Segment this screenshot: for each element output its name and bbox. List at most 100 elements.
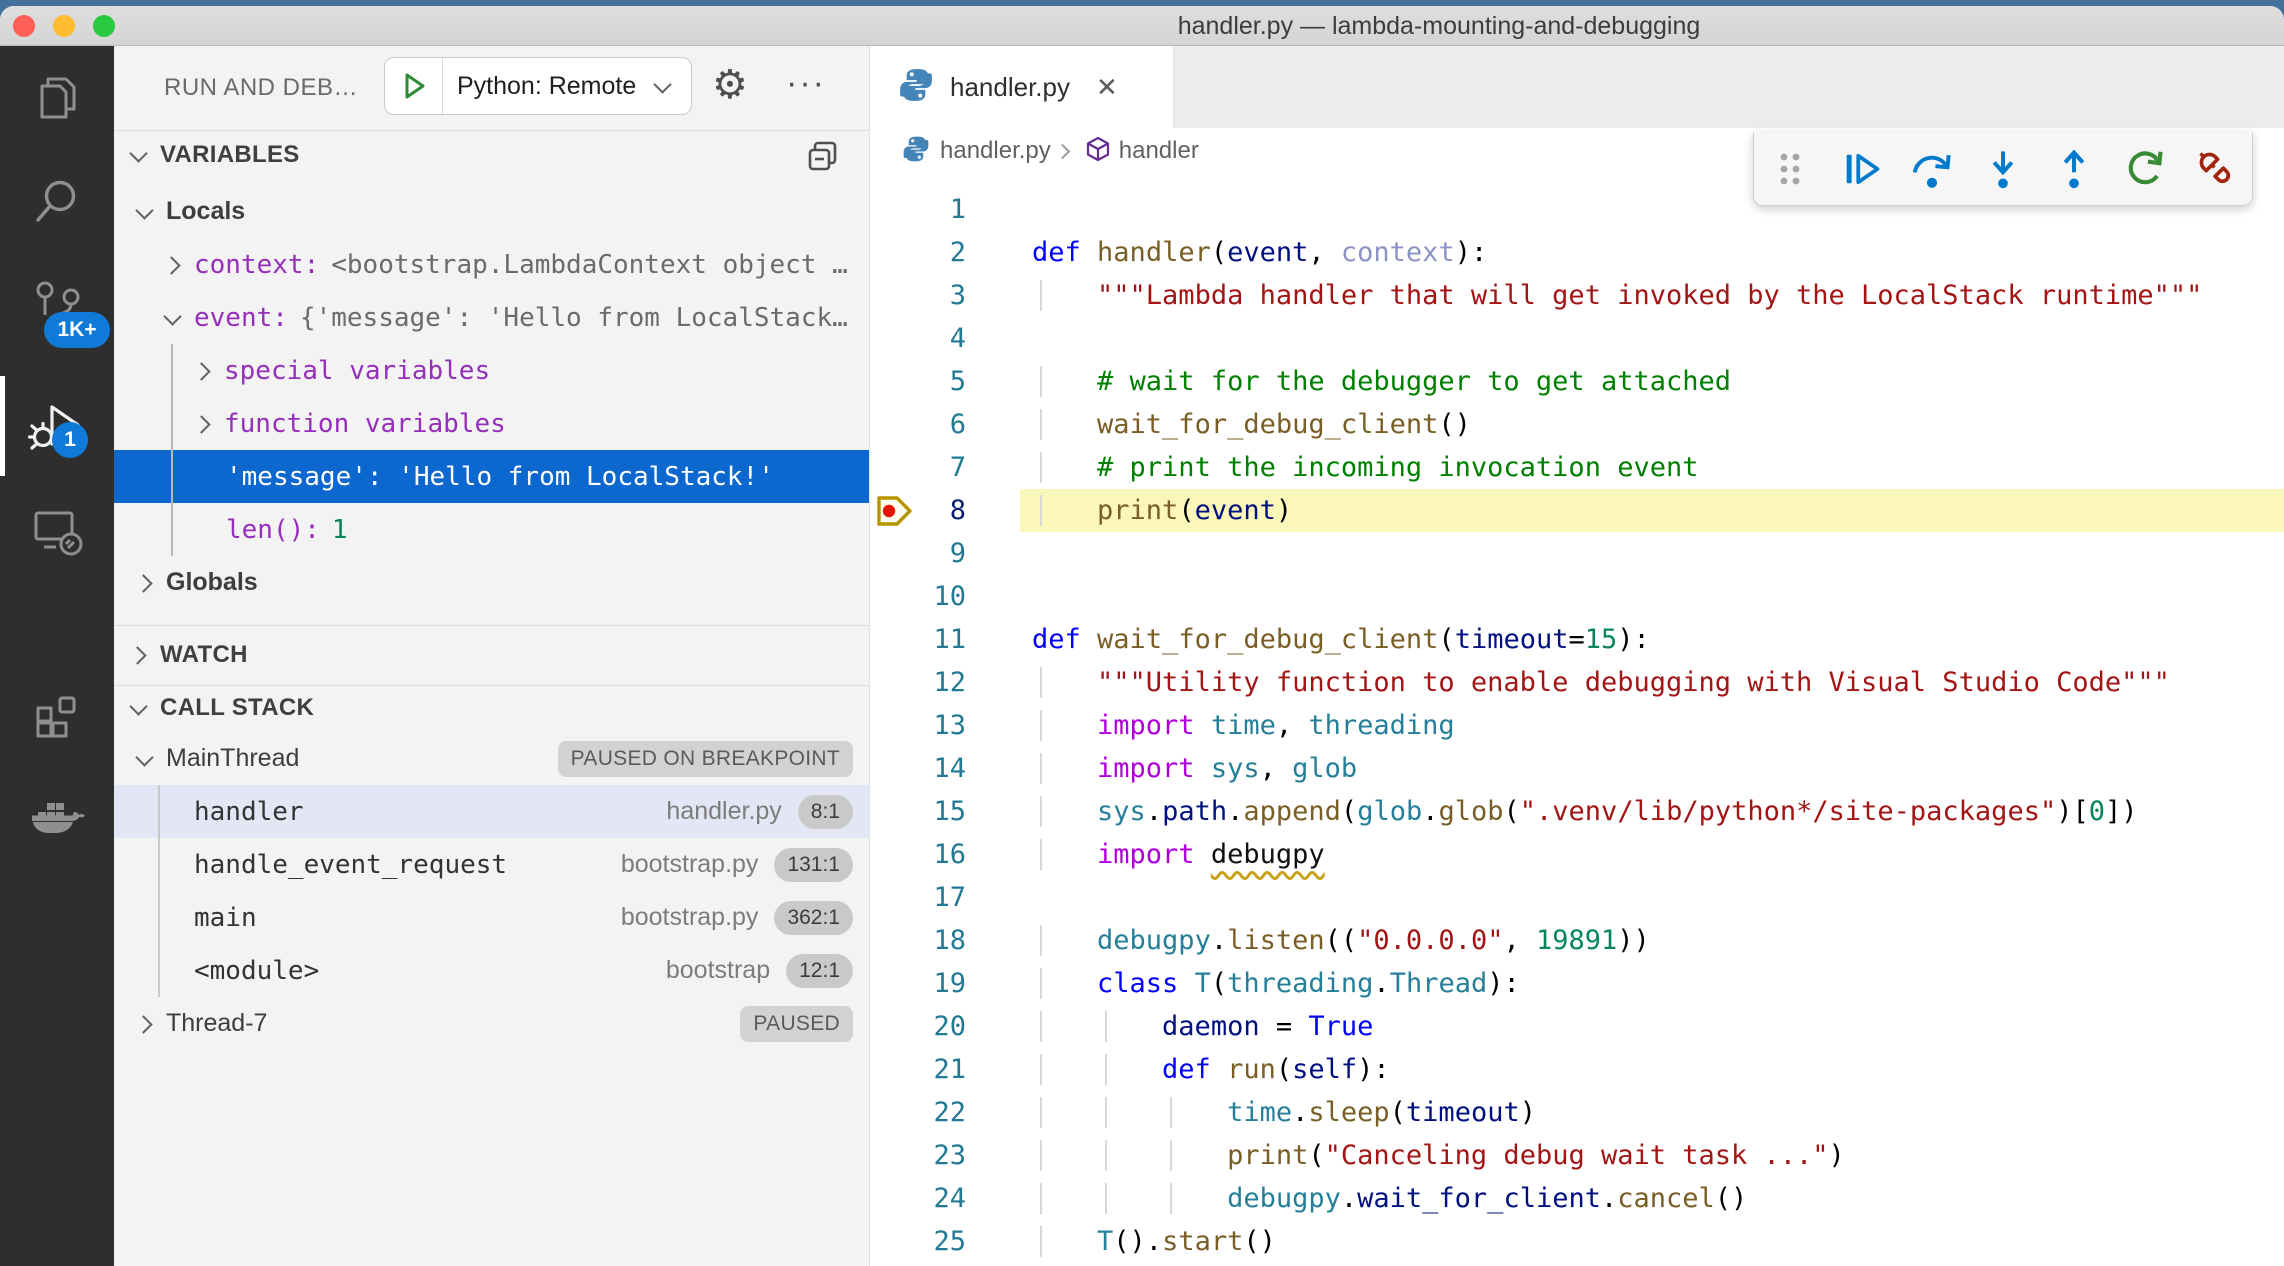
code-token: print [1227,1140,1308,1171]
code-line[interactable]: 13 import time, threading [870,704,2284,747]
variable-row[interactable]: len():1 [114,503,869,556]
indent-guide [1105,1183,1107,1214]
line-number: 9 [916,538,966,569]
code-line[interactable]: 3 """Lambda handler that will get invoke… [870,274,2284,317]
code-token [1081,624,1097,655]
toolbar-drag-grip[interactable] [1762,141,1818,197]
code-line[interactable]: 11def wait_for_debug_client(timeout=15): [870,618,2284,661]
code-line[interactable]: 16 import debugpy [870,833,2284,876]
code-line[interactable]: 6 wait_for_debug_client() [870,403,2284,446]
code-token: timeout [1455,624,1569,655]
tab-close-icon[interactable]: ✕ [1096,72,1118,103]
breadcrumb-file[interactable]: handler.py [940,137,1051,165]
restart-icon[interactable] [2117,141,2173,197]
code-line[interactable]: 14 import sys, glob [870,747,2284,790]
code-line[interactable]: 5 # wait for the debugger to get attache… [870,360,2284,403]
code-line[interactable]: 20 daemon = True [870,1005,2284,1048]
continue-icon[interactable] [1833,141,1889,197]
line-number: 16 [916,839,966,870]
code-token: threading [1227,968,1373,999]
line-number: 10 [916,581,966,612]
docker-icon[interactable] [0,768,114,872]
code-token: (). [1113,1226,1162,1257]
step-out-icon[interactable] [2046,141,2102,197]
code-line[interactable]: 17 [870,876,2284,919]
call-stack-frame-row[interactable]: handlerhandler.py8:1 [114,785,869,838]
code-line[interactable]: 23 print("Canceling debug wait task ..."… [870,1134,2284,1177]
title-bar: handler.py — lambda-mounting-and-debuggi… [0,6,2284,46]
code-line[interactable]: 7 # print the incoming invocation event [870,446,2284,489]
variable-row[interactable]: 'message': 'Hello from LocalStack!' [114,450,869,503]
code-line[interactable]: 2def handler(event, context): [870,231,2284,274]
indent-guide [1170,1183,1172,1214]
code-line[interactable]: 25 T().start() [870,1220,2284,1263]
breakpoint-paused-icon[interactable] [870,494,916,528]
code-token: , [1308,237,1341,268]
code-line-content: class T(threading.Thread): [1032,968,1520,999]
code-area[interactable]: 12def handler(event, context):3 """Lambd… [870,174,2284,1266]
call-stack-section-header[interactable]: CALL STACK [114,687,869,729]
code-line[interactable]: 24 debugpy.wait_for_client.cancel() [870,1177,2284,1220]
step-into-icon[interactable] [1975,141,2031,197]
step-over-icon[interactable] [1904,141,1960,197]
call-stack-frame-row[interactable]: mainbootstrap.py362:1 [114,891,869,944]
scope-label: Globals [166,568,258,597]
code-line[interactable]: 18 debugpy.listen(("0.0.0.0", 19891)) [870,919,2284,962]
code-token: def [1032,237,1081,268]
gear-icon[interactable]: ⚙ [712,56,748,114]
code-token: path [1162,796,1227,827]
code-line[interactable]: 15 sys.path.append(glob.glob(".venv/lib/… [870,790,2284,833]
disconnect-icon[interactable] [2188,141,2244,197]
variable-value: {'message': 'Hello from LocalStack… [300,303,848,333]
symbol-icon [1085,136,1111,167]
explorer-icon[interactable] [0,46,114,150]
variable-row[interactable]: Globals [114,556,869,609]
line-number: 15 [916,796,966,827]
code-line[interactable]: 9 [870,532,2284,575]
zoom-window-button[interactable] [93,15,115,37]
line-number: 24 [916,1183,966,1214]
call-stack-thread-row[interactable]: MainThreadPAUSED ON BREAKPOINT [114,732,869,785]
watch-section-header[interactable]: WATCH [114,634,869,676]
code-token: """Lambda handler that will get invoked … [1097,280,2202,311]
frame-file: handler.py [666,797,781,826]
close-window-button[interactable] [13,15,35,37]
line-number: 17 [916,882,966,913]
variable-row[interactable]: context:<bootstrap.LambdaContext object … [114,238,869,291]
variable-row[interactable]: special variables [114,344,869,397]
tab-handler-py[interactable]: handler.py ✕ [870,46,1174,128]
code-line-content: import debugpy [1032,839,1325,870]
debug-config-dropdown[interactable]: Python: Remote [384,57,692,115]
code-line[interactable]: 8 print(event) [870,489,2284,532]
code-token: . [1211,925,1227,956]
variables-section-header[interactable]: VARIABLES [114,134,869,176]
breadcrumb-symbol[interactable]: handler [1119,137,1199,165]
minimize-window-button[interactable] [53,15,75,37]
frame-position-badge: 12:1 [786,954,853,988]
code-token [1032,667,1097,698]
call-stack-frame-row[interactable]: <module>bootstrap12:1 [114,944,869,997]
code-line[interactable]: 12 """Utility function to enable debuggi… [870,661,2284,704]
panel-group-icon[interactable] [805,138,841,179]
call-stack-thread-row[interactable]: Thread-7PAUSED [114,997,869,1050]
variable-row[interactable]: function variables [114,397,869,450]
source-control-badge: 1K+ [44,312,110,348]
code-line[interactable]: 19 class T(threading.Thread): [870,962,2284,1005]
extensions-icon[interactable] [0,664,114,768]
start-debug-icon[interactable] [385,58,443,114]
variable-row[interactable]: Locals [114,185,869,238]
code-line[interactable]: 21 def run(self): [870,1048,2284,1091]
more-actions-icon[interactable]: ··· [786,54,826,112]
remote-explorer-icon[interactable] [0,478,114,582]
code-token: ( [1390,1097,1406,1128]
code-token: wait_for_debug_client [1097,624,1438,655]
code-line[interactable]: 4 [870,317,2284,360]
call-stack-frame-row[interactable]: handle_event_requestbootstrap.py131:1 [114,838,869,891]
code-line[interactable]: 22 time.sleep(timeout) [870,1091,2284,1134]
code-line[interactable]: 10 [870,575,2284,618]
code-token: handler [1097,237,1211,268]
code-token: context [1341,237,1455,268]
variable-row[interactable]: event:{'message': 'Hello from LocalStack… [114,291,869,344]
indent-guide [158,785,160,997]
search-icon[interactable] [0,150,114,254]
